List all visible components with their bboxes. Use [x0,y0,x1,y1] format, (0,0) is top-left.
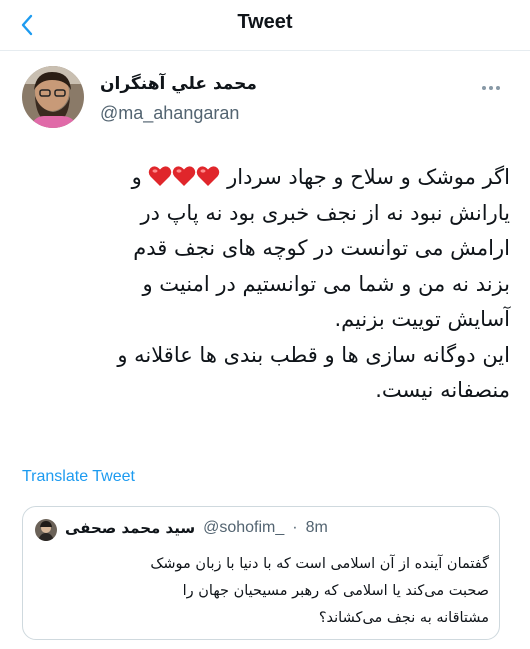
quoted-line: مشتاقانه به نجف می‌کشاند؟ [318,610,489,626]
tweet-line: اگر موشک و سلاح و جهاد سردار و [131,165,510,189]
page-title: Tweet [237,11,293,33]
quoted-text: گفتمان آینده از آن اسلامی است که با دنیا… [35,551,489,632]
tweet-line: این دوگانه سازی ها و قطب بندی ها عاقلانه… [117,342,510,367]
quoted-line: گفتمان آینده از آن اسلامی است که با دنیا… [150,556,489,572]
quoted-author-avatar[interactable] [35,519,57,541]
tweet-line: بزند نه من و شما می توانستیم در امنیت و [142,271,510,296]
tweet-line: ارامش می توانست در کوچه های نجف قدم [133,236,510,260]
quoted-author-name[interactable]: سید محمد صحفی [65,519,195,537]
top-bar: Tweet [0,0,530,51]
heart-icon [197,166,220,186]
author-avatar[interactable] [22,66,84,128]
more-options-button[interactable] [476,78,506,98]
quoted-author-handle[interactable]: @sohofim_ [203,519,284,537]
quoted-line: صحبت می‌کند یا اسلامی که رهبر مسیحیان جه… [182,583,489,599]
heart-icon [173,166,196,186]
tweet-line: منصفانه نیست. [375,378,510,402]
heart-icon [149,166,172,186]
heart-emojis [148,165,220,187]
author-name-row[interactable]: محمد علي آهنگران [100,74,257,94]
translate-tweet-link[interactable]: Translate Tweet [22,468,135,486]
tweet-text: اگر موشک و سلاح و جهاد سردار و یارانش نب… [20,160,510,409]
quoted-separator: · [292,519,298,536]
tweet-line: آسایش توییت بزنیم. [334,307,510,331]
author-name[interactable]: محمد علي آهنگران [100,74,257,94]
author-handle[interactable]: @ma_ahangaran [100,103,239,124]
quoted-timestamp[interactable]: 8m [306,519,328,537]
tweet-line: یارانش نبود نه از نجف خبری بود نه پاپ در [140,200,510,225]
more-horizontal-icon [482,86,486,90]
quoted-tweet[interactable]: سید محمد صحفی @sohofim_ · 8m گفتمان آیند… [22,506,500,640]
quoted-header: سید محمد صحفی @sohofim_ · 8m [65,519,328,537]
